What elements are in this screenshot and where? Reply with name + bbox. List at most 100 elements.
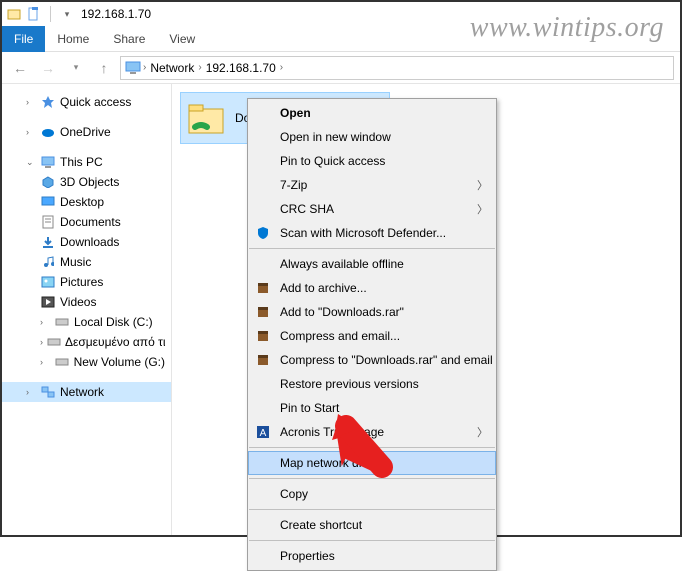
winrar-icon [254, 351, 272, 369]
sidebar-label: Network [60, 385, 104, 399]
ctx-crc-sha[interactable]: CRC SHA〉 [248, 197, 496, 221]
address-box[interactable]: › Network › 192.168.1.70 › [120, 56, 674, 80]
nav-back[interactable]: ← [8, 56, 32, 80]
videos-icon [40, 294, 56, 310]
sidebar-item-onedrive[interactable]: › OneDrive [2, 122, 171, 142]
sidebar-item-downloads[interactable]: Downloads [2, 232, 171, 252]
ctx-separator [249, 509, 495, 510]
tab-view[interactable]: View [157, 26, 207, 52]
drive-icon [47, 334, 61, 350]
sidebar-item-documents[interactable]: Documents [2, 212, 171, 232]
sidebar-item-local-disk[interactable]: › Local Disk (C:) [2, 312, 171, 332]
ctx-always-offline[interactable]: Always available offline [248, 252, 496, 276]
cloud-icon [40, 124, 56, 140]
network-icon [40, 384, 56, 400]
drive-icon [54, 314, 70, 330]
music-icon [40, 254, 56, 270]
chevron-right-icon: 〉 [477, 177, 488, 193]
chevron-right-icon: › [40, 337, 43, 347]
ctx-properties[interactable]: Properties [248, 544, 496, 568]
window-title: 192.168.1.70 [81, 7, 151, 21]
download-icon [40, 234, 56, 250]
ctx-restore-versions[interactable]: Restore previous versions [248, 372, 496, 396]
sidebar-label: New Volume (G:) [74, 355, 165, 369]
ctx-pin-start[interactable]: Pin to Start [248, 396, 496, 420]
addressbar: ← → ▾ ↑ › Network › 192.168.1.70 › [2, 52, 680, 84]
sidebar-label: Downloads [60, 235, 119, 249]
sidebar-label: Δεσμευμένο από τι [65, 335, 166, 349]
winrar-icon [254, 279, 272, 297]
ctx-map-network-drive[interactable]: Map network drive... [248, 451, 496, 475]
monitor-icon [125, 61, 141, 75]
sidebar-item-reserved[interactable]: › Δεσμευμένο από τι [2, 332, 171, 352]
sidebar-label: Documents [60, 215, 121, 229]
chevron-right-icon: › [198, 62, 201, 73]
shared-folder-icon [185, 97, 227, 139]
titlebar: ▾ 192.168.1.70 [2, 2, 680, 26]
ribbon: File Home Share View [2, 26, 680, 52]
tab-home[interactable]: Home [45, 26, 101, 52]
properties-icon[interactable] [26, 6, 42, 22]
ctx-compress-email[interactable]: Compress and email... [248, 324, 496, 348]
sidebar-label: Desktop [60, 195, 104, 209]
sidebar-item-music[interactable]: Music [2, 252, 171, 272]
qat-dropdown-icon[interactable]: ▾ [59, 6, 75, 22]
ctx-defender-scan[interactable]: Scan with Microsoft Defender... [248, 221, 496, 245]
ctx-acronis[interactable]: AAcronis True Image〉 [248, 420, 496, 444]
context-menu: Open Open in new window Pin to Quick acc… [247, 98, 497, 571]
sidebar-label: 3D Objects [60, 175, 119, 189]
sidebar-item-desktop[interactable]: Desktop [2, 192, 171, 212]
ctx-copy[interactable]: Copy [248, 482, 496, 506]
chevron-right-icon: › [143, 62, 146, 73]
sidebar-label: This PC [60, 155, 103, 169]
svg-text:A: A [260, 428, 267, 439]
ctx-create-shortcut[interactable]: Create shortcut [248, 513, 496, 537]
breadcrumb-host[interactable]: 192.168.1.70 [204, 61, 278, 75]
ctx-add-rar[interactable]: Add to "Downloads.rar" [248, 300, 496, 324]
monitor-icon [40, 154, 56, 170]
acronis-icon: A [254, 423, 272, 441]
ctx-compress-rar-email[interactable]: Compress to "Downloads.rar" and email [248, 348, 496, 372]
sidebar-label: Local Disk (C:) [74, 315, 153, 329]
ctx-open-new-window[interactable]: Open in new window [248, 125, 496, 149]
chevron-right-icon: › [26, 387, 36, 397]
ctx-separator [249, 447, 495, 448]
qat-divider [50, 6, 51, 22]
sidebar-label: Videos [60, 295, 96, 309]
ctx-open[interactable]: Open [248, 101, 496, 125]
sidebar-item-this-pc[interactable]: ⌄ This PC [2, 152, 171, 172]
chevron-right-icon: 〉 [477, 201, 488, 217]
sidebar-item-3d-objects[interactable]: 3D Objects [2, 172, 171, 192]
tab-file[interactable]: File [2, 26, 45, 52]
chevron-right-icon: › [40, 317, 50, 327]
ctx-separator [249, 540, 495, 541]
pictures-icon [40, 274, 56, 290]
ctx-pin-quick-access[interactable]: Pin to Quick access [248, 149, 496, 173]
sidebar-item-quick-access[interactable]: › Quick access [2, 92, 171, 112]
tab-share[interactable]: Share [101, 26, 157, 52]
chevron-down-icon: ⌄ [26, 157, 36, 168]
sidebar-label: OneDrive [60, 125, 111, 139]
sidebar-item-pictures[interactable]: Pictures [2, 272, 171, 292]
chevron-right-icon: › [40, 357, 50, 367]
chevron-right-icon: 〉 [477, 424, 488, 440]
nav-recent-dropdown[interactable]: ▾ [64, 56, 88, 80]
explorer-icon [6, 6, 22, 22]
nav-up[interactable]: ↑ [92, 56, 116, 80]
nav-forward[interactable]: → [36, 56, 60, 80]
ctx-7zip[interactable]: 7-Zip〉 [248, 173, 496, 197]
cube-icon [40, 174, 56, 190]
sidebar-label: Music [60, 255, 91, 269]
chevron-right-icon: › [26, 97, 36, 107]
sidebar: › Quick access › OneDrive ⌄ This PC 3D O… [2, 84, 172, 535]
sidebar-label: Pictures [60, 275, 103, 289]
sidebar-item-network[interactable]: › Network [2, 382, 171, 402]
winrar-icon [254, 303, 272, 321]
ctx-separator [249, 248, 495, 249]
ctx-add-archive[interactable]: Add to archive... [248, 276, 496, 300]
sidebar-item-videos[interactable]: Videos [2, 292, 171, 312]
sidebar-item-new-volume[interactable]: › New Volume (G:) [2, 352, 171, 372]
shield-icon [254, 224, 272, 242]
ctx-separator [249, 478, 495, 479]
breadcrumb-network[interactable]: Network [148, 61, 196, 75]
